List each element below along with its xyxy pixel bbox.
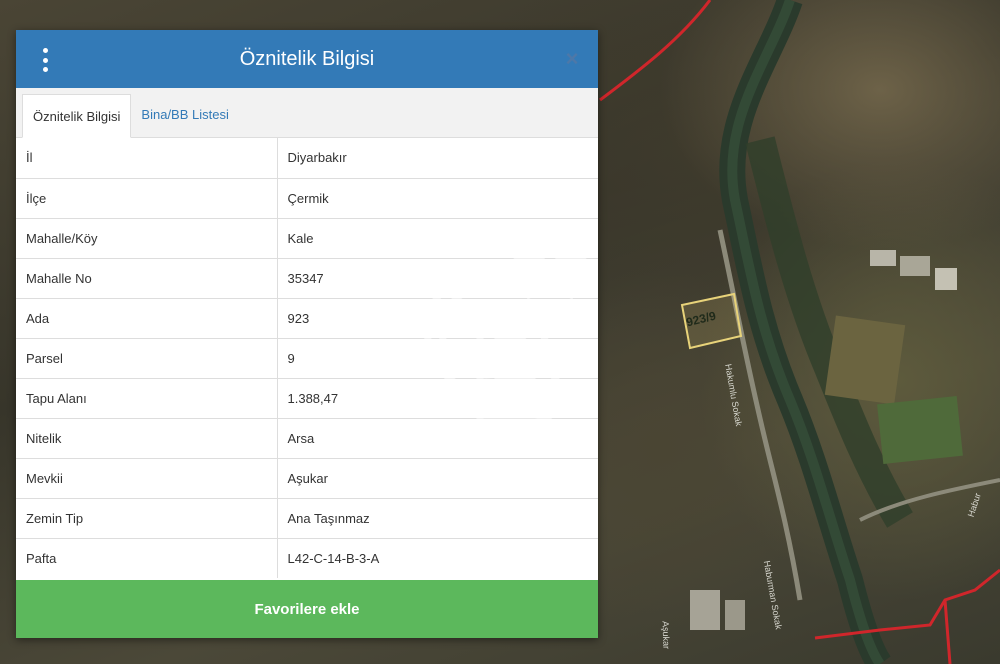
attribute-value: L42-C-14-B-3-A [287,550,380,566]
attribute-key: Parsel [16,338,278,379]
attribute-key: Mahalle/Köy [16,218,278,259]
attribute-key: Nitelik [16,418,278,459]
attribute-value: Çermik [277,178,598,219]
attribute-value: 1.388,47 [277,378,598,419]
attribute-key: Pafta [16,538,278,578]
table-row: Parsel 9 [16,338,598,379]
tab-building-list[interactable]: Bina/BB Listesi [131,93,238,137]
attribute-key: Zemin Tip [16,498,278,539]
add-to-favorites-button[interactable]: Favorilere ekle [16,580,598,638]
attribute-value: 923 [277,298,598,339]
attribute-info-panel: Öznitelik Bilgisi × Öznitelik Bilgisi Bi… [16,30,598,638]
building [935,268,957,290]
attribute-value: 9 [277,338,598,379]
attribute-key: Mahalle No [16,258,278,299]
attribute-value: Arsa [277,418,598,459]
table-row: İlçe Çermik [16,178,598,219]
close-icon[interactable]: × [562,46,582,72]
red-boundary-line [599,0,712,102]
panel-title: Öznitelik Bilgisi [239,47,375,70]
attribute-key: Mevkii [16,458,278,499]
attribute-value: Ana Taşınmaz [277,498,598,539]
field [877,395,963,465]
building [900,256,930,276]
table-row: Pafta L42-C-14-B-3-A [16,538,598,578]
attribute-key: İlçe [16,178,278,219]
street-label: Aşukar [660,620,672,650]
attribute-value: Diyarbakır [277,138,598,179]
vertical-dots-icon[interactable] [38,48,52,72]
attribute-key: Tapu Alanı [16,378,278,419]
table-row: Tapu Alanı 1.388,47 [16,378,598,419]
table-row: Mevkii Aşukar [16,458,598,499]
building [725,600,745,630]
table-row: Mahalle/Köy Kale [16,218,598,259]
building [690,590,720,630]
attribute-value: 35347 [277,258,598,299]
tab-bar: Öznitelik Bilgisi Bina/BB Listesi [16,88,598,138]
attribute-table: İl Diyarbakır İlçe Çermik Mahalle/Köy Ka… [16,138,598,578]
attribute-key: İl [16,138,278,179]
attribute-value: Aşukar [277,458,598,499]
table-row: İl Diyarbakır [16,138,598,179]
table-row: Ada 923 [16,298,598,339]
tab-attribute-info[interactable]: Öznitelik Bilgisi [22,94,132,138]
table-row: Nitelik Arsa [16,418,598,459]
attribute-key: Ada [16,298,278,339]
building [870,250,896,266]
field [824,315,906,405]
table-row: Zemin Tip Ana Taşınmaz [16,498,598,539]
table-row: Mahalle No 35347 [16,258,598,299]
attribute-value: Kale [277,218,598,259]
panel-header: Öznitelik Bilgisi × [16,30,598,88]
